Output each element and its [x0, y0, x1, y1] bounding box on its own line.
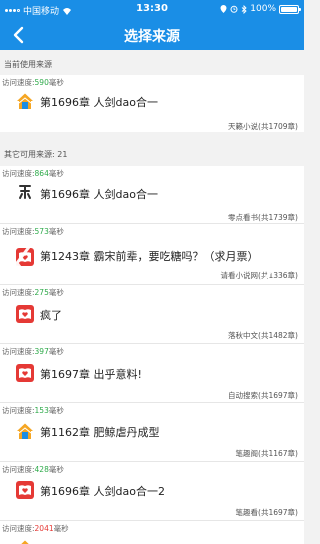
bookmark-icon [16, 183, 34, 201]
speed-label: 访问速度:590毫秒 [2, 78, 64, 87]
bluetooth-icon [241, 4, 247, 14]
speed-label: 访问速度:397毫秒 [2, 347, 64, 356]
status-bar: 中国移动 13:30 100% [0, 0, 304, 20]
source-name: 笔趣看(共1697章) [235, 508, 298, 517]
chapter-title: 第1243章 霸宋前辈，要吃糖吗？（求月票） [40, 250, 259, 263]
page-title: 选择来源 [124, 29, 180, 45]
speed-label: 访问速度:2041毫秒 [2, 524, 69, 533]
source-name: 落秋中文(共1482章) [228, 331, 298, 340]
house-icon [16, 92, 34, 110]
chevron-right-icon [263, 245, 279, 281]
battery-icon [279, 4, 301, 14]
next-arrow[interactable] [256, 243, 286, 283]
chapter-title: 第1696章 人剑dao合一 [40, 188, 158, 201]
chapter-title: 第1696章 人剑dao合一 [40, 96, 158, 109]
speed-label: 访问速度:864毫秒 [2, 169, 64, 178]
source-name: 笔趣阁(共1167章) [235, 449, 298, 458]
chapter-title: 第1697章 出乎意料! [40, 368, 142, 381]
house-icon [16, 539, 34, 544]
source-item[interactable]: 访问速度:275毫秒 疯了 落秋中文(共1482章) [0, 285, 304, 343]
current-source-item[interactable]: 访问速度:590毫秒 第1696章 人剑dao合一 天籁小说(共1709章) [0, 75, 304, 132]
book-heart-icon [16, 481, 34, 499]
source-item[interactable]: 访问速度:397毫秒 第1697章 出乎意料! 自动搜索(共1697章) [0, 344, 304, 402]
book-heart-icon [16, 364, 34, 382]
current-source-header: 当前使用来源 [4, 60, 52, 69]
previous-arrow[interactable] [8, 243, 38, 283]
speed-label: 访问速度:428毫秒 [2, 465, 64, 474]
status-right: 100% [220, 4, 301, 14]
house-icon [16, 422, 34, 440]
source-name: 零点看书(共1739章) [228, 213, 298, 222]
chapter-title: 第1162章 肥鲸虐丹成型 [40, 426, 160, 439]
alarm-icon [230, 5, 238, 13]
other-sources-header: 其它可用来源: 21 [4, 150, 68, 159]
source-name: 自动搜索(共1697章) [228, 391, 298, 400]
speed-label: 访问速度:153毫秒 [2, 406, 64, 415]
book-heart-icon [16, 305, 34, 323]
source-item[interactable]: 访问速度:864毫秒 第1696章 人剑dao合一 零点看书(共1739章) [0, 166, 304, 223]
chapter-title: 第1696章 人剑dao合一2 [40, 485, 165, 498]
source-item[interactable]: 访问速度:153毫秒 第1162章 肥鲸虐丹成型 笔趣阁(共1167章) [0, 403, 304, 461]
chevron-left-icon [13, 26, 24, 44]
battery-fill [281, 6, 297, 12]
battery-percent: 100% [250, 4, 276, 14]
speed-label: 访问速度:573毫秒 [2, 227, 64, 236]
source-name: 天籁小说(共1709章) [228, 122, 298, 131]
speed-label: 访问速度:275毫秒 [2, 288, 64, 297]
back-button[interactable] [8, 24, 28, 46]
chevron-left-icon [15, 245, 31, 281]
source-item[interactable]: 访问速度:428毫秒 第1696章 人剑dao合一2 笔趣看(共1697章) [0, 462, 304, 520]
nav-bar: 选择来源 [0, 20, 304, 50]
chapter-title: 疯了 [40, 309, 62, 322]
location-icon [220, 5, 227, 13]
source-item[interactable]: 访问速度:2041毫秒 [0, 521, 304, 544]
